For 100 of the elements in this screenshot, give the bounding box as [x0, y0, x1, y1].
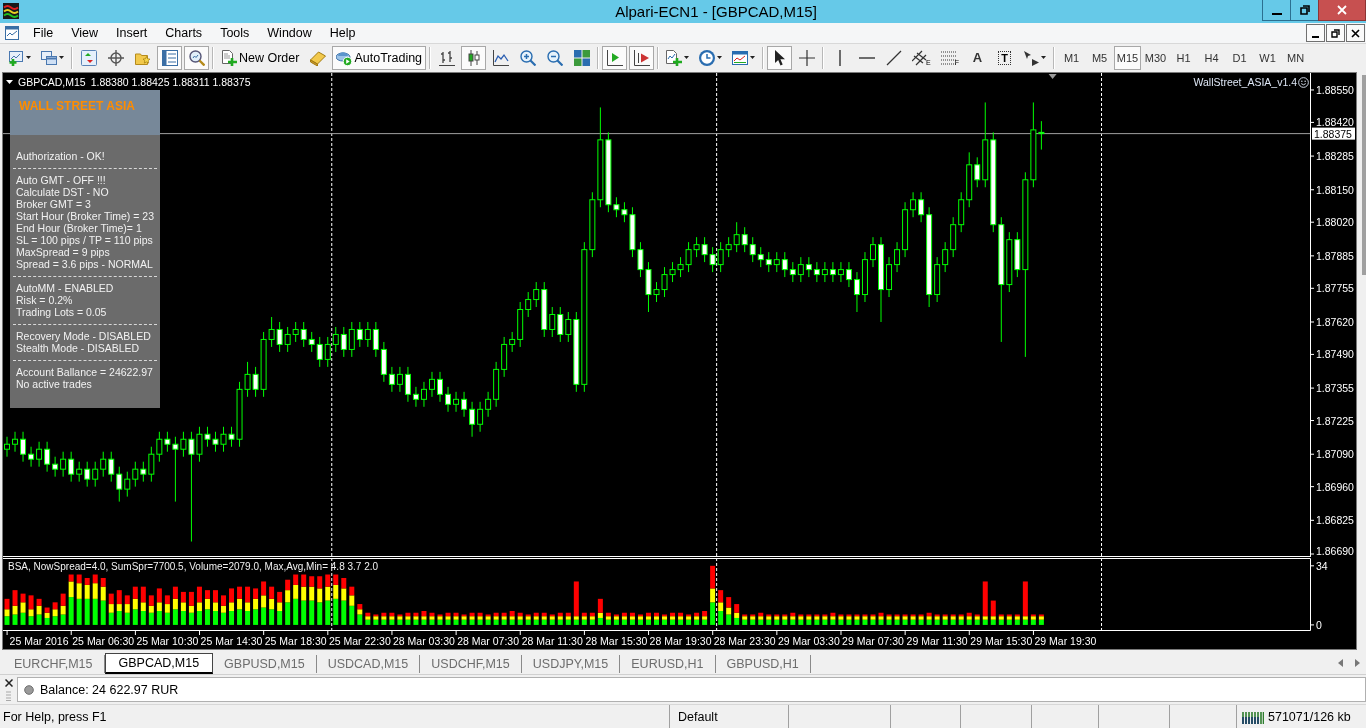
caret-icon [59, 56, 64, 59]
panel-title: WALL STREET ASIA [19, 99, 135, 113]
chart-tab[interactable]: USDCHF,M15 [420, 655, 522, 673]
info-line: Stealth Mode - DISABLED [16, 342, 140, 354]
caret-icon [684, 56, 690, 59]
caret-icon [750, 56, 756, 59]
menu-item[interactable]: Help [320, 24, 365, 42]
info-line: SL = 100 pips / TP = 110 pips [16, 234, 153, 246]
price-axis-label: 1.87355 [1316, 382, 1354, 395]
scroll-left-icon[interactable] [1338, 659, 1343, 667]
time-axis-label: 28 Mar 03:30 [393, 635, 455, 647]
price-axis-label: 1.87490 [1316, 348, 1354, 361]
text-tool-button[interactable]: A [965, 45, 991, 70]
candle [445, 386, 451, 413]
price-axis-label: 1.88020 [1316, 216, 1354, 229]
timeframe-button[interactable]: M1 [1058, 45, 1086, 70]
signal-bars-icon [1242, 709, 1264, 724]
time-axis-label: 25 Mar 14:30 [200, 635, 263, 647]
page-plus-icon [666, 49, 683, 66]
timeframe-button[interactable]: D1 [1226, 45, 1254, 70]
shift-marker-icon[interactable] [1048, 74, 1057, 79]
menu-item[interactable]: Window [258, 24, 321, 42]
zoom-in-icon [519, 49, 536, 66]
chart-tab[interactable]: USDJPY,M15 [521, 655, 621, 673]
menu-item[interactable]: Charts [156, 24, 212, 42]
candle [870, 236, 876, 268]
time-axis-label: 25 Mar 2016 [9, 635, 69, 647]
grip-icon[interactable] [6, 690, 11, 701]
timeframe-button[interactable]: M15 [1114, 45, 1142, 70]
info-line: Trading Lots = 0.05 [16, 306, 107, 318]
time-axis-label: 28 Mar 19:30 [649, 635, 712, 647]
list-window-icon [161, 49, 178, 66]
price-axis-label: 1.86825 [1316, 514, 1354, 527]
crosshair-icon [798, 49, 815, 66]
price-axis-label: 1.88550 [1316, 83, 1354, 96]
text-label-tool-button[interactable]: T [992, 45, 1018, 70]
info-line: Account Ballance = 24622.97 [16, 366, 153, 378]
close-button[interactable] [1318, 0, 1366, 21]
price-axis-label: 1.87885 [1316, 249, 1354, 262]
close-button[interactable] [1346, 24, 1365, 42]
price-axis-label: 1.86960 [1316, 480, 1354, 493]
time-axis-label: 25 Mar 18:30 [264, 635, 327, 647]
expert-name: WallStreet_ASIA_v1.4 [1193, 76, 1297, 88]
chart-tab[interactable]: USDCAD,M15 [316, 655, 421, 673]
info-line: Broker GMT = 3 [16, 198, 91, 210]
menu-item[interactable]: File [24, 24, 63, 42]
info-line: No active trades [16, 378, 92, 390]
timeframe-button[interactable]: H1 [1170, 45, 1198, 70]
chart-tab[interactable]: GBPUSD,H1 [715, 655, 811, 673]
trendline-icon [885, 49, 902, 66]
restore-icon [1299, 5, 1310, 15]
dotted-levels-icon [940, 49, 957, 66]
chart-tab[interactable]: GBPCAD,M15 [104, 653, 214, 674]
chart-tab[interactable]: EURUSD,H1 [620, 655, 716, 673]
close-icon [1337, 5, 1347, 15]
caret-icon[interactable] [6, 80, 13, 84]
price-axis-label: 1.88285 [1316, 150, 1354, 163]
horizontal-line-icon [858, 56, 875, 59]
autotrading-button[interactable]: AutoTrading [332, 45, 427, 70]
candlestick-icon [465, 49, 482, 66]
info-line: AutoMM - ENABLED [16, 282, 114, 294]
timeframe-button[interactable]: W1 [1254, 45, 1282, 70]
scrollbar-thumb[interactable] [1362, 75, 1366, 275]
close-icon[interactable] [4, 678, 13, 687]
time-axis-label: 29 Mar 11:30 [906, 635, 968, 647]
time-axis-label: 25 Mar 22:30 [328, 635, 391, 647]
timeframe-button[interactable]: M5 [1086, 45, 1114, 70]
minimize-button[interactable] [1306, 24, 1325, 42]
timeframe-button[interactable]: H4 [1198, 45, 1226, 70]
time-axis-label: 28 Mar 11:30 [521, 635, 583, 647]
info-line: Calculate DST - NO [16, 186, 109, 198]
profile-name: Default [678, 709, 718, 724]
scroll-right-icon[interactable] [1355, 659, 1360, 667]
timeframe-button[interactable]: MN [1282, 45, 1310, 70]
menu-item[interactable]: Insert [107, 24, 157, 42]
axis-arrow-icon [606, 49, 623, 66]
caret-icon [26, 56, 31, 59]
new-order-button[interactable]: New Order [217, 45, 304, 70]
candle [429, 371, 435, 398]
chart-tab[interactable]: GBPUSD,M15 [213, 655, 317, 673]
chart-tab[interactable]: EURCHF,M15 [3, 655, 105, 673]
menu-item[interactable]: Tools [211, 24, 259, 42]
minimize-button[interactable] [1262, 0, 1291, 21]
hatched-lines-icon [912, 49, 929, 66]
price-axis-label: 1.87225 [1316, 414, 1354, 427]
info-line: Authorization - OK! [16, 150, 105, 162]
tile-grid-icon [573, 49, 590, 66]
clock-icon [699, 49, 716, 66]
restore-button[interactable] [1326, 24, 1345, 42]
play-badge-icon [336, 49, 353, 66]
price-axis-label: 1.86690 [1316, 545, 1354, 557]
chart-document-icon[interactable] [5, 25, 21, 41]
toolbar-button[interactable] [629, 45, 655, 70]
menu-item[interactable]: View [62, 24, 108, 42]
timeframe-button[interactable]: M30 [1142, 45, 1170, 70]
restore-icon [1331, 28, 1340, 38]
toolbar-button[interactable] [767, 45, 793, 70]
price-axis-label: 1.87090 [1316, 448, 1354, 461]
toolbar-button[interactable] [602, 45, 628, 70]
info-line: Risk = 0.2% [16, 294, 73, 306]
